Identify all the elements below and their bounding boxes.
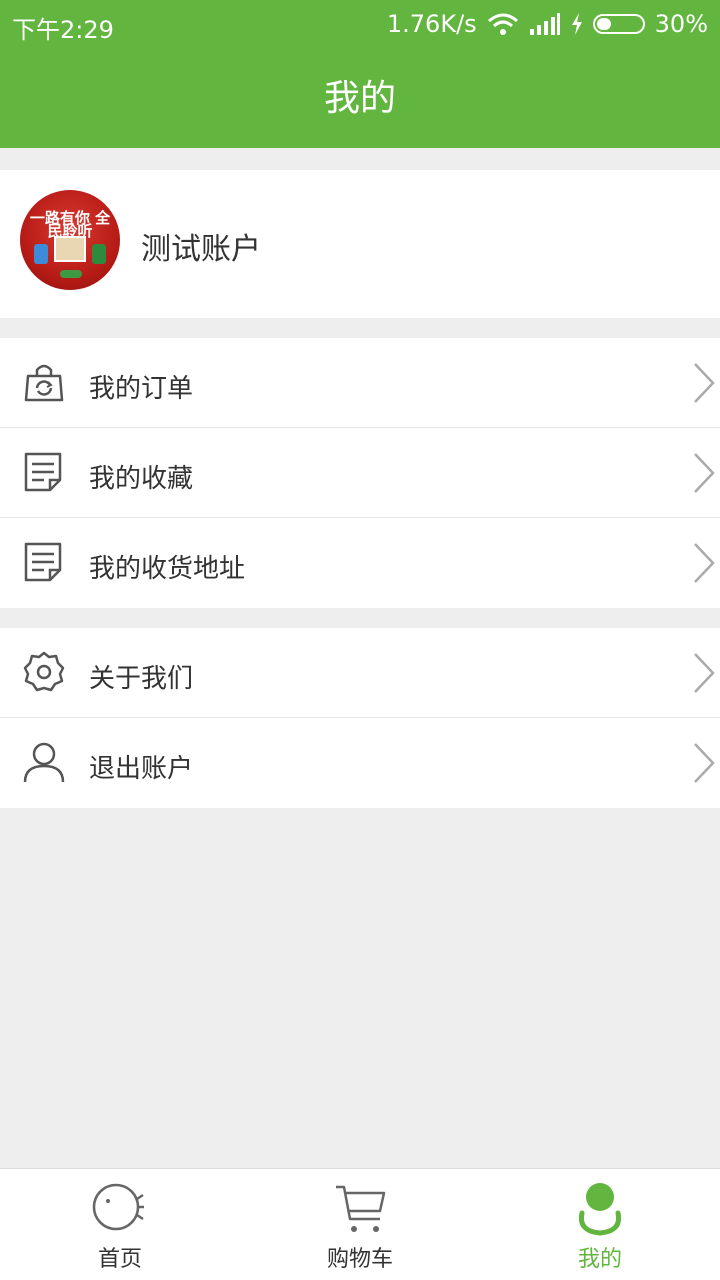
tab-label: 首页: [97, 1247, 142, 1272]
chevron-right-icon: [694, 653, 715, 693]
menu-item-about[interactable]: 关于我们: [0, 628, 720, 718]
tab-label: 购物车: [326, 1247, 393, 1272]
avatar-green-badge: [60, 270, 82, 278]
tab-mine[interactable]: 我的: [480, 1169, 720, 1280]
menu-item-orders[interactable]: 我的订单: [0, 338, 720, 428]
menu-item-label: 我的收货地址: [89, 554, 246, 584]
menu-item-label: 我的订单: [89, 374, 194, 404]
username: 测试账户: [141, 232, 261, 267]
battery-percent: 30%: [654, 10, 708, 38]
bottom-tab-bar: 首页 购物车 我的: [0, 1168, 720, 1280]
avatar-product-right: [92, 244, 106, 264]
tab-label: 我的: [577, 1247, 622, 1272]
menu-item-label: 退出账户: [89, 754, 194, 784]
menu-group-settings: 关于我们 退出账户: [0, 628, 720, 808]
network-speed: 1.76K/s: [386, 10, 477, 38]
wifi-icon: [487, 13, 518, 35]
chevron-right-icon: [694, 543, 715, 583]
status-bar: 下午2:29 1.76K/s 30%: [0, 0, 720, 50]
chevron-right-icon: [694, 363, 715, 403]
battery-icon: [592, 14, 645, 34]
chevron-right-icon: [694, 453, 715, 493]
document-icon: [24, 542, 62, 582]
avatar-product-left: [34, 244, 48, 264]
menu-item-label: 关于我们: [89, 664, 194, 694]
menu-item-logout[interactable]: 退出账户: [0, 718, 720, 808]
profile-icon: [578, 1183, 622, 1236]
charging-icon: [571, 13, 582, 35]
shopping-bag-icon: [24, 364, 64, 402]
user-icon: [23, 742, 65, 783]
tab-home[interactable]: 首页: [0, 1169, 240, 1280]
profile-card[interactable]: 一路有你 全民聆听 测试账户: [0, 170, 720, 318]
signal-icon: [529, 13, 560, 35]
cart-icon: [336, 1185, 386, 1232]
gear-icon: [23, 651, 65, 692]
chevron-right-icon: [694, 743, 715, 783]
menu-item-address[interactable]: 我的收货地址: [0, 518, 720, 608]
avatar[interactable]: 一路有你 全民聆听: [20, 190, 120, 290]
menu-item-label: 我的收藏: [89, 464, 194, 494]
status-right: 1.76K/s 30%: [387, 10, 708, 38]
avatar-banner-text: 一路有你 全民聆听: [29, 209, 111, 240]
status-time: 下午2:29: [12, 16, 114, 44]
menu-group-account: 我的订单 我的收藏 我的收货地址: [0, 338, 720, 608]
home-fish-icon: [92, 1183, 144, 1231]
document-icon: [24, 452, 62, 492]
tab-cart[interactable]: 购物车: [240, 1169, 480, 1280]
avatar-product-box: [54, 236, 86, 262]
page-title: 我的: [0, 50, 720, 148]
menu-item-favorites[interactable]: 我的收藏: [0, 428, 720, 518]
